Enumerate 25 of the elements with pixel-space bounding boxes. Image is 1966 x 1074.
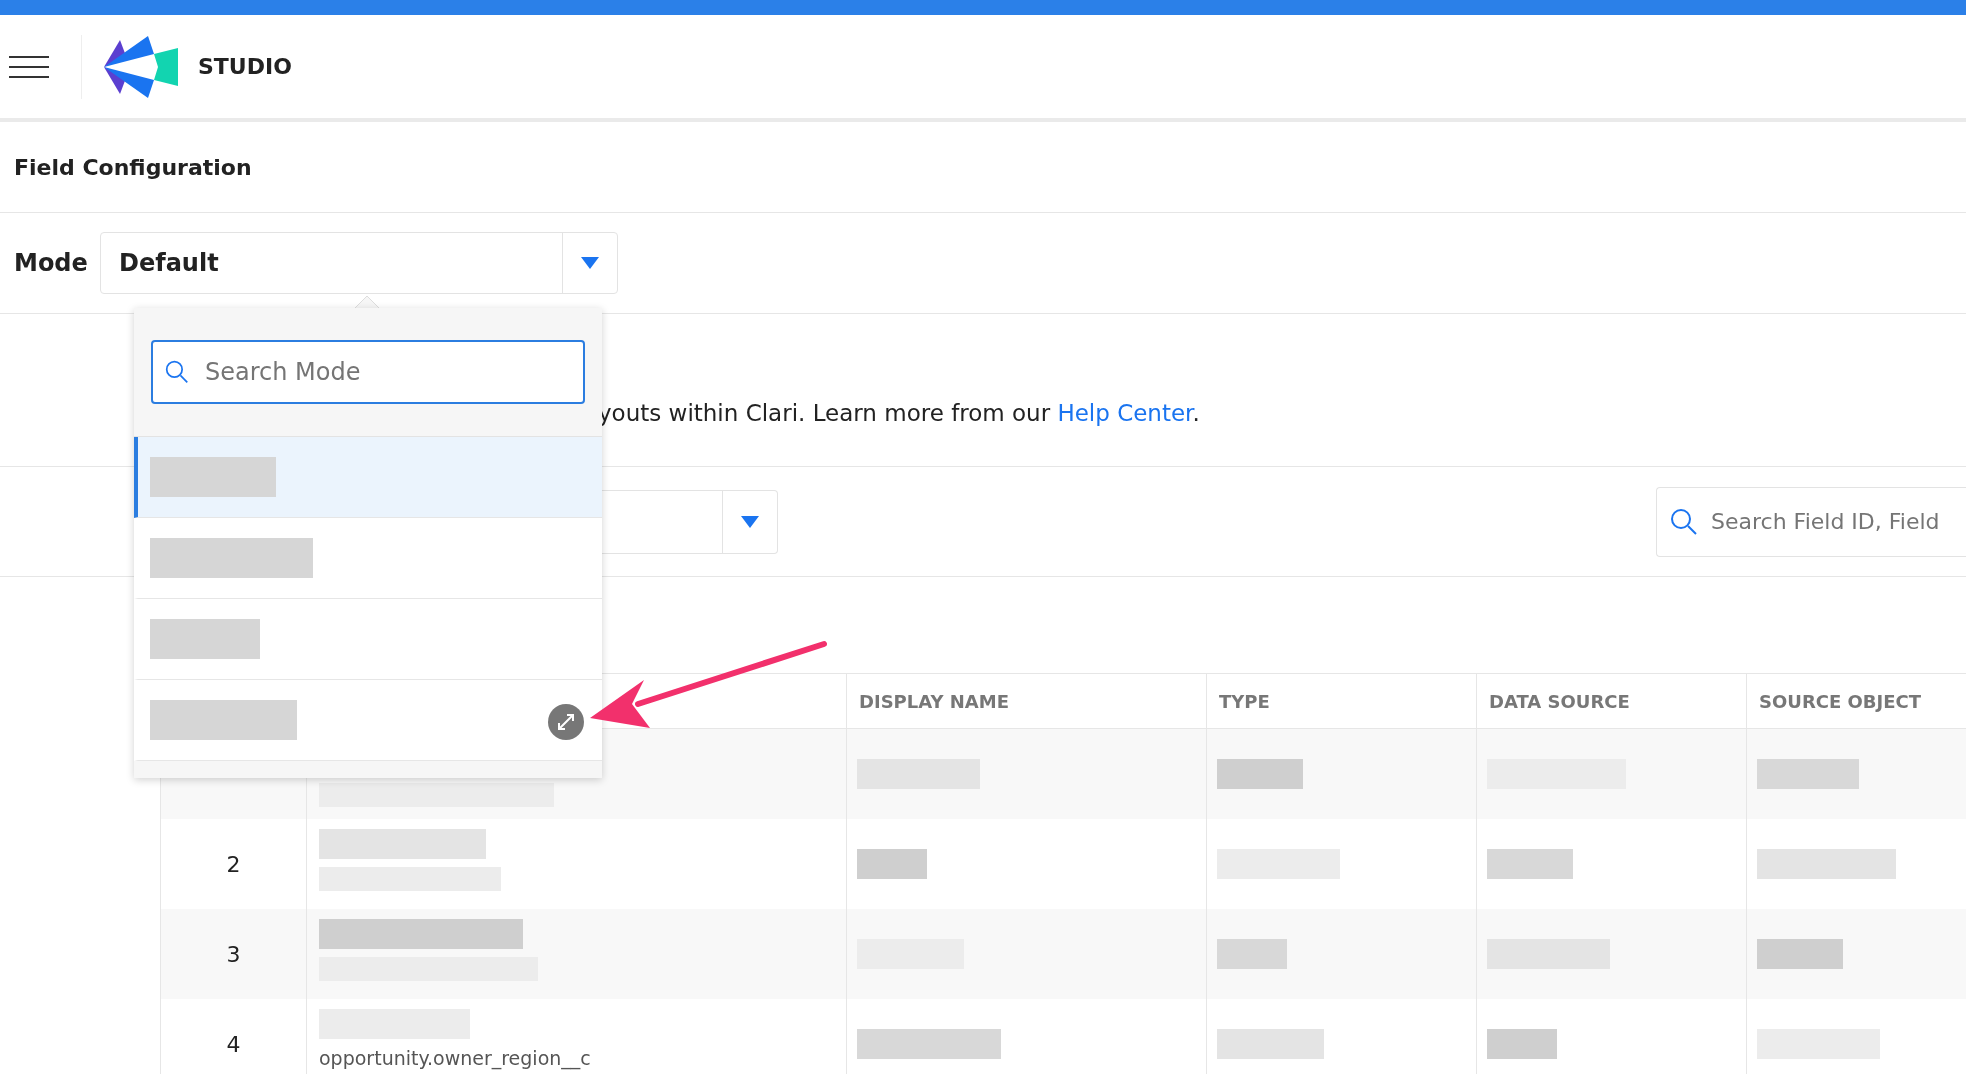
column-header: TYPE [1206,674,1476,728]
blurred-text [857,849,927,879]
search-icon [165,360,189,384]
mode-dropdown[interactable]: Default [100,232,618,294]
row-number: 3 [226,941,241,967]
column-header: DATA SOURCE [1476,674,1746,728]
menu-icon[interactable] [9,54,49,79]
expand-icon[interactable] [548,704,584,740]
blurred-text [1487,1029,1557,1059]
row-number: 4 [226,1031,241,1057]
mode-label: Mode [14,249,89,277]
search-icon [1670,507,1698,536]
app-name: STUDIO [198,54,292,79]
column-header: DISPLAY NAME [846,674,1206,728]
logo-icon [102,33,180,100]
help-center-link[interactable]: Help Center [1057,400,1193,426]
search-field[interactable]: Search Mode [151,340,585,404]
field-id: opportunity.owner_region__c [319,1047,592,1069]
caret-icon [741,515,759,528]
blurred-text [1217,939,1287,969]
row-number: 2 [226,851,241,877]
menu-option[interactable] [134,680,602,761]
column-header: SOURCE OBJECT [1746,674,1966,728]
page-title: Field Configuration [14,154,252,180]
caret-icon [581,257,599,269]
